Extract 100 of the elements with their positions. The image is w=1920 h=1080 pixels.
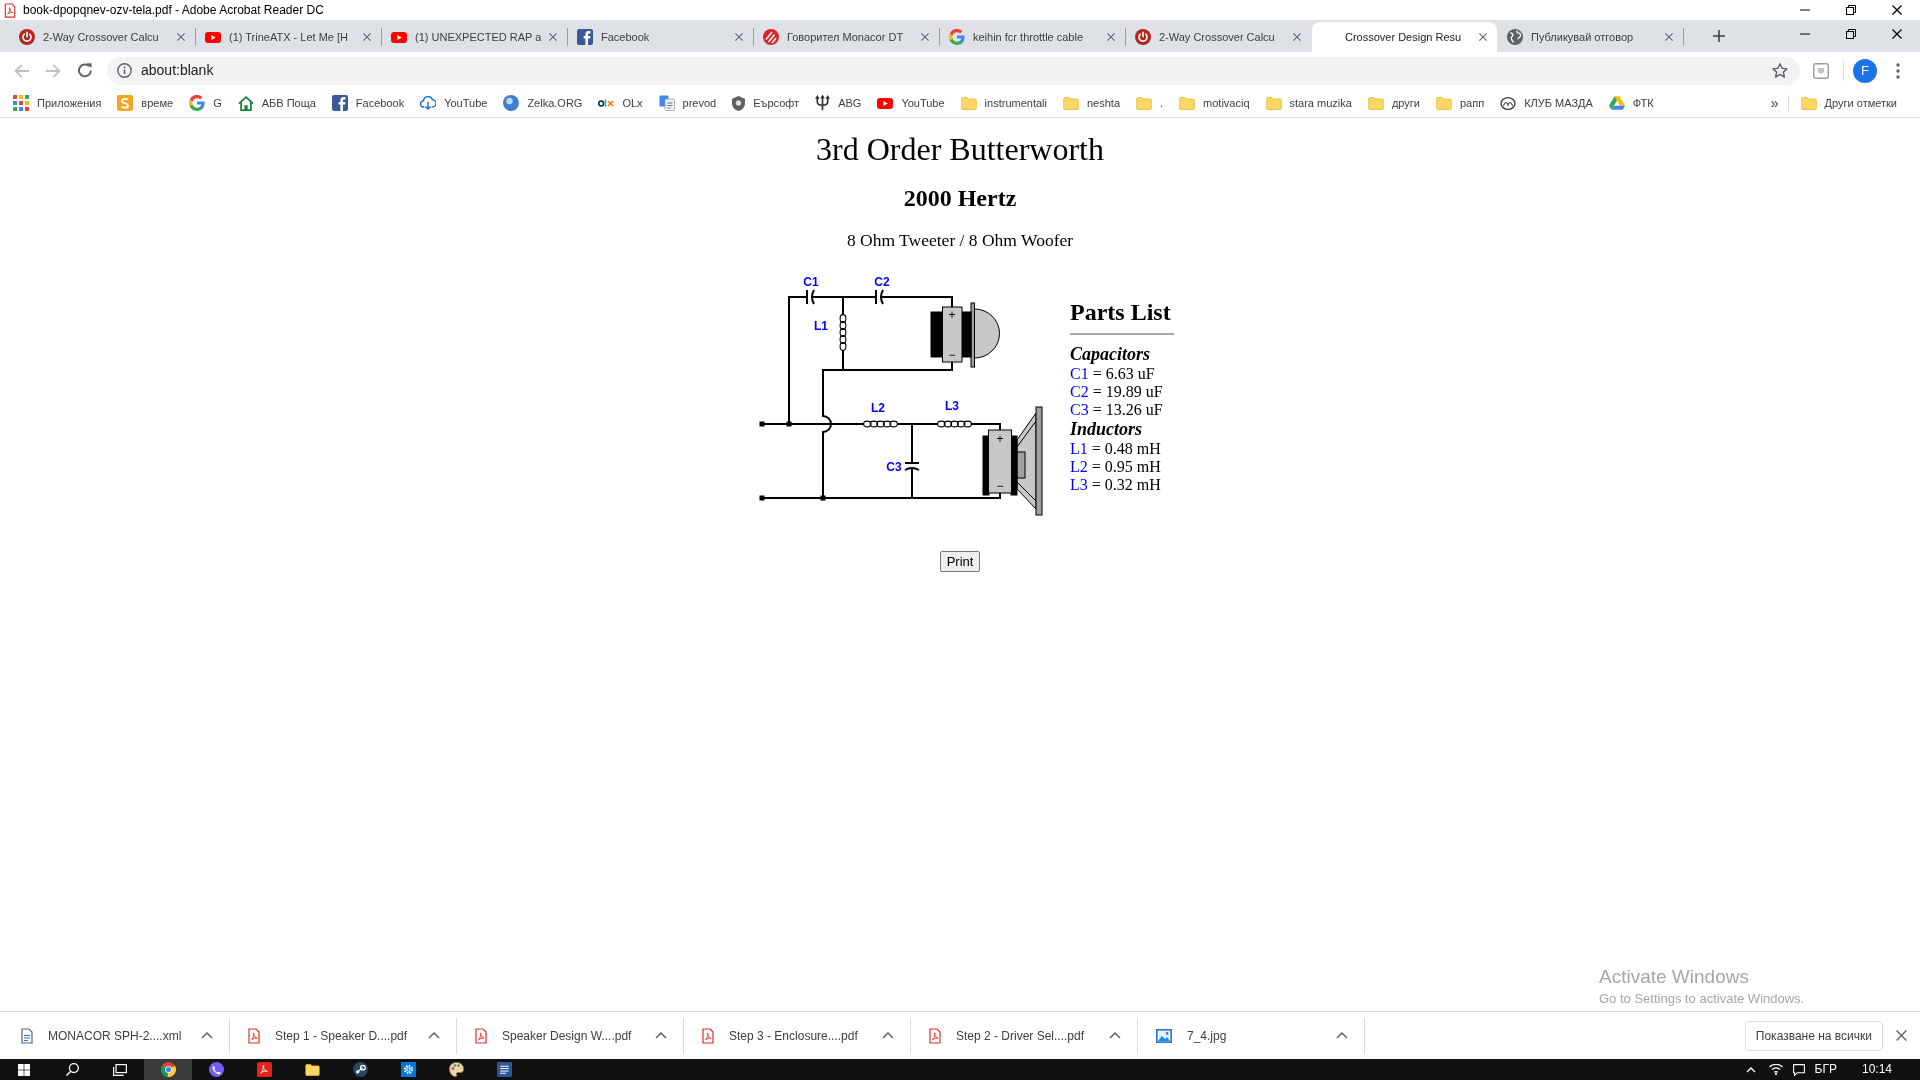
bookmark-link[interactable]: OLx: [590, 91, 651, 115]
part-value: = 13.26 uF: [1092, 400, 1163, 419]
bookmark-link[interactable]: G: [181, 91, 230, 115]
clock[interactable]: 10:14: [1861, 1059, 1892, 1080]
bookmarks-overflow-button[interactable]: »: [1765, 92, 1784, 114]
bookmark-link[interactable]: други: [1359, 91, 1428, 115]
bookmark-link[interactable]: АБВ Поща: [229, 91, 324, 115]
browser-tab[interactable]: Facebook: [568, 22, 753, 52]
pdf-file-icon: [929, 1027, 941, 1044]
star-icon[interactable]: [1772, 63, 1788, 78]
part-value: = 0.95 mH: [1091, 457, 1161, 476]
taskbar-app-button[interactable]: [144, 1059, 192, 1080]
language-indicator[interactable]: БГР: [1814, 1059, 1837, 1080]
cloud-download-icon: [420, 96, 437, 110]
bookmark-link[interactable]: .: [1128, 91, 1172, 115]
part-value: = 19.89 uF: [1092, 382, 1163, 401]
browser-tab[interactable]: (1) UNEXPECTED RAP a: [382, 22, 567, 52]
window-logo-icon[interactable]: [18, 1063, 30, 1076]
chevron-up-icon[interactable]: [655, 1032, 667, 1039]
activation-hint: Go to Settings to activate Windows.: [1599, 991, 1805, 1007]
image-file-icon: [1156, 1028, 1172, 1043]
wifi-icon[interactable]: [1768, 1064, 1783, 1075]
globe-icon: [1507, 29, 1523, 45]
pdf-file-icon: [702, 1027, 714, 1044]
sphere-icon: [503, 95, 520, 111]
folder-icon: [1367, 96, 1384, 110]
frequency-heading: 2000 Hertz: [903, 184, 1017, 212]
bookmark-link[interactable]: Приложения: [5, 91, 110, 115]
chevron-up-icon[interactable]: [201, 1032, 213, 1039]
bookmark-link[interactable]: време: [109, 91, 182, 115]
plus-icon[interactable]: [1713, 30, 1725, 42]
chevron-up-icon[interactable]: [1109, 1032, 1121, 1039]
browser-tab[interactable]: 2-Way Crossover Calcu: [1126, 22, 1311, 52]
activation-title: Activate Windows: [1599, 965, 1750, 989]
grid-icon: [13, 95, 29, 111]
shield-icon: [732, 95, 746, 111]
bookmark-link[interactable]: Facebook: [323, 91, 413, 115]
download-filename[interactable]: Step 2 - Driver Sel....pdf: [956, 1026, 1085, 1045]
bookmark-link[interactable]: Еърсофт: [724, 91, 808, 115]
bookmark-link[interactable]: motivaciq: [1171, 91, 1258, 115]
bookmark-link[interactable]: YouTube: [869, 91, 953, 115]
download-filename[interactable]: Step 3 - Enclosure....pdf: [729, 1026, 858, 1045]
document-icon: [21, 1027, 33, 1044]
chevron-up-icon[interactable]: [1336, 1032, 1348, 1039]
bookmark-link[interactable]: instrumentali: [952, 91, 1055, 115]
download-filename[interactable]: MONACOR SPH-2....xml: [48, 1026, 182, 1045]
search-icon[interactable]: [65, 1063, 79, 1076]
restore-icon[interactable]: [1846, 29, 1856, 39]
part-value: = 6.63 uF: [1092, 364, 1155, 383]
window-title: book-dpopqnev-ozv-tela.pdf - Adobe Acrobat Reader DC: [23, 2, 324, 19]
show-all-button[interactable]: Показване на всички: [1744, 1020, 1883, 1051]
folder-icon: [1435, 96, 1452, 110]
house-icon: [237, 95, 254, 111]
circular-arrow-icon[interactable]: [78, 63, 92, 78]
part-label: L2: [1070, 457, 1088, 476]
browser-tab[interactable]: Публикувай отговор: [1498, 22, 1683, 52]
bookmark-link[interactable]: ABG: [807, 91, 870, 115]
chevron-up-icon[interactable]: [428, 1032, 440, 1039]
app-square-icon[interactable]: [1813, 62, 1829, 79]
browser-tab[interactable]: 2-Way Crossover Calcu: [10, 22, 195, 52]
message-icon[interactable]: [1792, 1063, 1805, 1076]
trident-icon: [815, 95, 831, 111]
browser-tab[interactable]: Crossover Design Resu: [1312, 22, 1497, 52]
menu-icon[interactable]: [1896, 62, 1900, 79]
bookmark-link[interactable]: stara muzika: [1257, 91, 1360, 115]
download-filename[interactable]: 7_4.jpg: [1187, 1026, 1227, 1045]
parts-group-heading: Inductors: [1070, 418, 1143, 440]
bookmark-link[interactable]: ФТК: [1600, 91, 1662, 115]
video-play-icon: [205, 31, 221, 43]
close-icon[interactable]: [1892, 29, 1902, 39]
browser-tab[interactable]: Говорител Monacor DT: [754, 22, 939, 52]
bookmark-link[interactable]: prevod: [650, 91, 725, 115]
restore-icon[interactable]: [1846, 5, 1856, 15]
bookmark-link[interactable]: рапп: [1427, 91, 1493, 115]
part-label: L1: [1070, 439, 1088, 458]
pdf-file-icon: [248, 1027, 260, 1044]
bookmark-link[interactable]: КЛУБ МАЗДА: [1492, 91, 1601, 115]
close-icon[interactable]: [1896, 1030, 1907, 1041]
info-icon[interactable]: [117, 63, 132, 78]
folder-icon: [1136, 96, 1152, 110]
bookmark-link[interactable]: Zelka.ORG: [495, 91, 591, 115]
video-play-icon: [877, 97, 894, 109]
browser-tab[interactable]: (1) TrineATX - Let Me [H: [196, 22, 381, 52]
chevron-up-icon[interactable]: [882, 1032, 894, 1039]
stacked-rectangles-icon[interactable]: [113, 1063, 127, 1076]
download-filename[interactable]: Step 1 - Speaker D....pdf: [275, 1026, 408, 1045]
power-symbol-icon: [1135, 29, 1151, 45]
download-filename[interactable]: Speaker Design W....pdf: [502, 1026, 632, 1045]
print-button[interactable]: Print: [939, 551, 981, 572]
address-field[interactable]: about:blank: [107, 56, 1800, 85]
bookmark-link[interactable]: neshta: [1054, 91, 1128, 115]
bookmark-link[interactable]: YouTube: [412, 91, 496, 115]
striped-circle-icon: [763, 29, 779, 45]
triangle-logo-icon: [1608, 96, 1625, 110]
close-icon[interactable]: [1892, 5, 1902, 15]
part-value: = 0.48 mH: [1091, 439, 1161, 458]
palette-icon: [448, 1062, 464, 1077]
profile-avatar[interactable]: F: [1853, 58, 1877, 83]
bookmark-folder[interactable]: Други отметки: [1792, 91, 1905, 115]
browser-tab[interactable]: keihin fcr throttle cable: [940, 22, 1125, 52]
